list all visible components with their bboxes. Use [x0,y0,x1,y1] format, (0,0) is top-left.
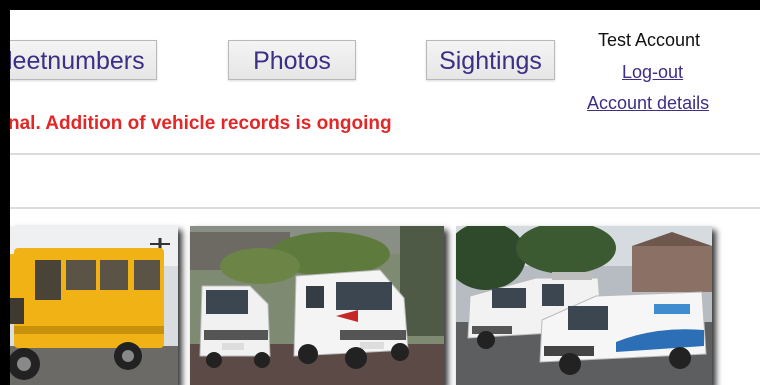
yellow-van-image [10,226,178,385]
account-details-link[interactable]: Account details [587,93,709,114]
street-vans-image [456,226,712,385]
white-vans-image [190,226,444,385]
photos-button[interactable]: Photos [228,40,356,80]
photo-thumbnail-street-vans[interactable] [456,226,712,385]
divider [10,153,760,155]
account-name: Test Account [598,30,701,50]
divider [10,207,760,209]
fleetnumbers-button[interactable]: leetnumbers [10,40,157,80]
sightings-button[interactable]: Sightings [426,40,555,80]
notice-banner: nal. Addition of vehicle records is ongo… [10,113,392,134]
photo-thumbnail-white-vans[interactable] [190,226,444,385]
photo-thumbnail-yellow-van[interactable] [10,226,178,385]
page: leetnumbers Photos Sightings Test Accoun… [10,10,760,385]
logout-link[interactable]: Log-out [622,62,683,83]
